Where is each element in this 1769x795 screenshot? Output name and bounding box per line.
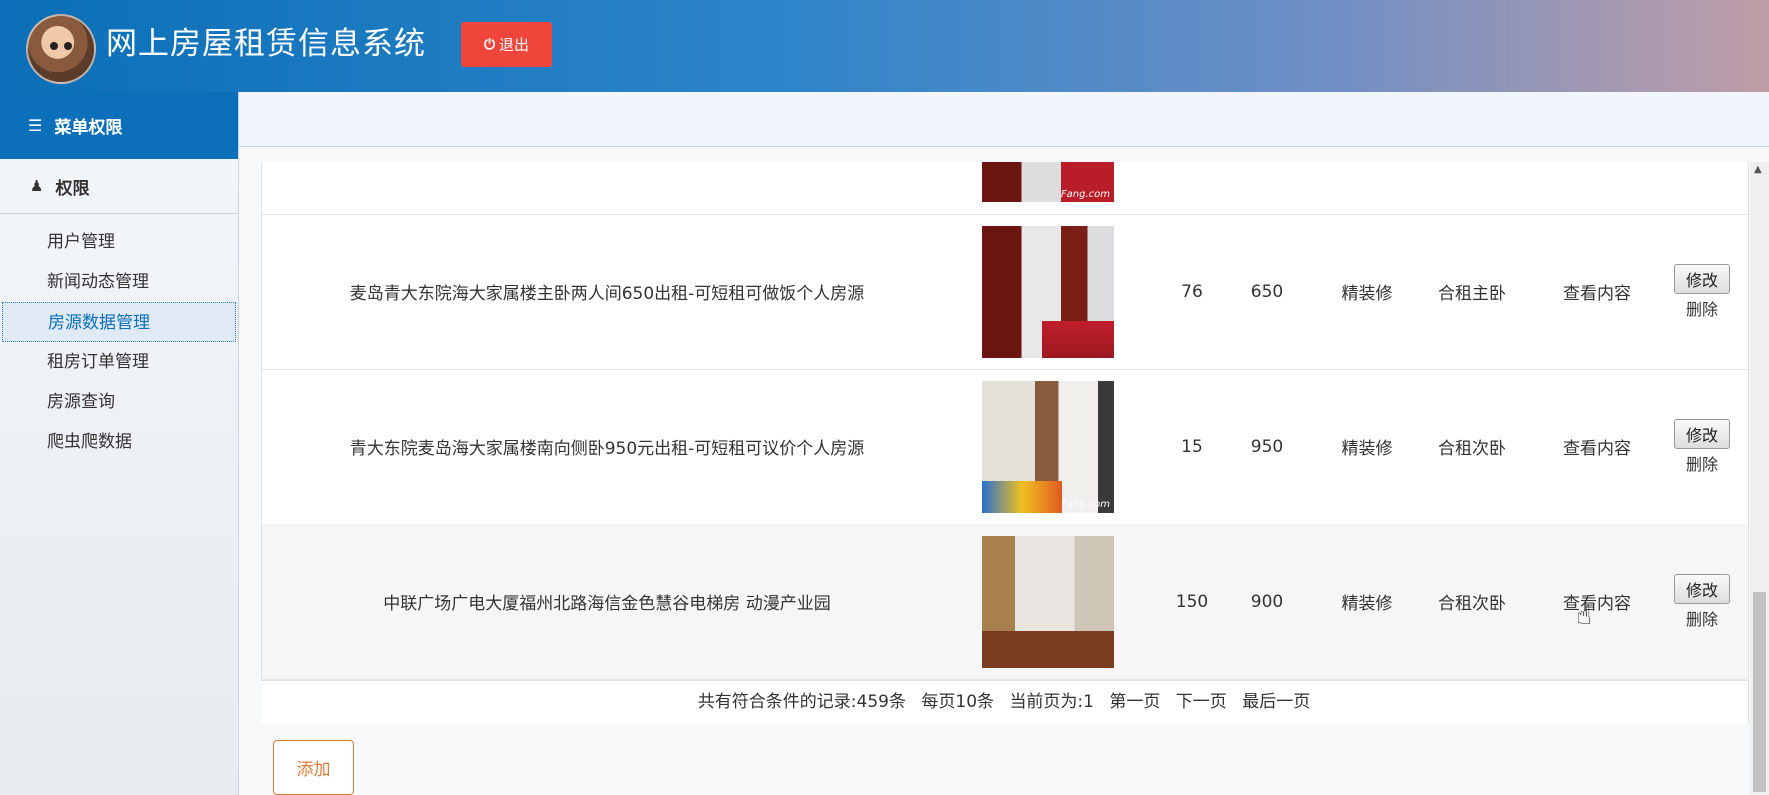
avatar-eye xyxy=(64,42,72,50)
listing-decoration: 精装修 xyxy=(1341,439,1393,459)
listing-price: 900 xyxy=(1250,591,1284,612)
add-button[interactable]: 添加 xyxy=(273,740,354,795)
edit-button[interactable]: 修改 xyxy=(1673,418,1730,449)
scrollbar-thumb[interactable] xyxy=(1753,592,1766,792)
sidebar-item-listing-management[interactable]: 房源数据管理 xyxy=(2,302,236,342)
content-topbar xyxy=(239,92,1769,147)
listing-price: 650 xyxy=(1250,281,1284,302)
listing-price: 950 xyxy=(1250,436,1284,457)
avatar-eye xyxy=(50,42,58,50)
listing-rent-type: 合租主卧 xyxy=(1438,284,1506,304)
pager-per-page: 每页10条 xyxy=(921,692,995,712)
app-header: 网上房屋租赁信息系统 ⏻ 退出 xyxy=(0,0,1769,92)
sidebar-item-news-management[interactable]: 新闻动态管理 xyxy=(0,262,238,302)
view-content-link[interactable]: 查看内容 xyxy=(1532,524,1662,679)
listing-image: Fang.com xyxy=(982,225,1114,358)
table-row: Fang.com xyxy=(262,162,1748,215)
avatar xyxy=(26,14,96,84)
table-row: 青大东院麦岛海大家属楼南向侧卧950元出租-可短租可议价个人房源 Fang.co… xyxy=(262,369,1748,525)
delete-link[interactable]: 删除 xyxy=(1686,606,1718,630)
delete-link[interactable]: 删除 xyxy=(1686,296,1718,320)
listing-image: Fang.com xyxy=(982,380,1114,513)
listing-decoration: 精装修 xyxy=(1341,594,1393,614)
user-icon: ♟ xyxy=(30,177,44,195)
listing-title: 青大东院麦岛海大家属楼南向侧卧950元出租-可短租可议价个人房源 xyxy=(349,439,865,459)
app-title: 网上房屋租赁信息系统 xyxy=(106,26,426,62)
row-actions: 修改 删除 xyxy=(1657,524,1747,679)
menu-title: 菜单权限 xyxy=(54,118,123,138)
row-actions: 修改 删除 xyxy=(1657,369,1747,524)
image-watermark: Fang.com xyxy=(1060,343,1110,355)
scrollbar[interactable]: ▲ xyxy=(1750,162,1769,795)
listing-image: Fang.com xyxy=(982,535,1114,668)
listing-image-cell: Fang.com xyxy=(982,369,1114,524)
sidebar-item-user-management[interactable]: 用户管理 xyxy=(0,222,238,262)
listing-rent-type: 合租次卧 xyxy=(1438,594,1506,614)
logout-label: 退出 xyxy=(499,36,530,54)
pager-current: 当前页为:1 xyxy=(1009,692,1094,712)
listing-decoration: 精装修 xyxy=(1341,284,1393,304)
listing-image-cell: Fang.com xyxy=(982,214,1114,369)
logout-button[interactable]: ⏻ 退出 xyxy=(461,22,552,67)
row-actions: 修改 删除 xyxy=(1657,214,1747,369)
listing-image: Fang.com xyxy=(982,162,1114,202)
edit-button[interactable]: 修改 xyxy=(1673,573,1730,604)
pager-total: 共有符合条件的记录:459条 xyxy=(697,692,906,712)
image-watermark: Fang.com xyxy=(1060,498,1110,510)
list-icon: ☰ xyxy=(28,116,43,135)
sidebar-item-listing-search[interactable]: 房源查询 xyxy=(0,382,238,422)
section-title: 权限 xyxy=(55,178,90,199)
pager-first-link[interactable]: 第一页 xyxy=(1109,692,1160,712)
menu-header[interactable]: ☰ 菜单权限 xyxy=(0,92,238,159)
power-icon: ⏻ xyxy=(483,36,496,53)
pager-next-link[interactable]: 下一页 xyxy=(1176,692,1227,712)
edit-button[interactable]: 修改 xyxy=(1673,263,1730,294)
image-watermark: Fang.com xyxy=(1060,189,1110,200)
view-content-link[interactable]: 查看内容 xyxy=(1532,214,1662,369)
table-row: 中联广场广电大厦福州北路海信金色慧谷电梯房 动漫产业园 Fang.com 150… xyxy=(262,524,1748,680)
table-row: 麦岛青大东院海大家属楼主卧两人间650出租-可短租可做饭个人房源 Fang.co… xyxy=(262,214,1748,370)
listing-image-cell: Fang.com xyxy=(982,524,1114,679)
scroll-up-icon[interactable]: ▲ xyxy=(1754,164,1762,175)
pager-last-link[interactable]: 最后一页 xyxy=(1242,692,1310,712)
sidebar-nav: 用户管理 新闻动态管理 房源数据管理 租房订单管理 房源查询 爬虫爬数据 xyxy=(0,222,238,462)
pagination: 共有符合条件的记录:459条 每页10条 当前页为:1 第一页 下一页 最后一页 xyxy=(261,680,1747,724)
section-permissions[interactable]: ♟ 权限 xyxy=(0,159,238,214)
sidebar: ☰ 菜单权限 ♟ 权限 用户管理 新闻动态管理 房源数据管理 租房订单管理 房源… xyxy=(0,92,239,795)
view-content-link[interactable]: 查看内容 xyxy=(1532,369,1662,524)
hand-cursor-icon: ☝ xyxy=(1576,601,1592,631)
sidebar-item-crawler[interactable]: 爬虫爬数据 xyxy=(0,422,238,462)
image-watermark: Fang.com xyxy=(1060,653,1110,665)
listing-title: 中联广场广电大厦福州北路海信金色慧谷电梯房 动漫产业园 xyxy=(383,594,831,614)
listing-title: 麦岛青大东院海大家属楼主卧两人间650出租-可短租可做饭个人房源 xyxy=(349,284,865,304)
sidebar-item-order-management[interactable]: 租房订单管理 xyxy=(0,342,238,382)
delete-link[interactable]: 删除 xyxy=(1686,451,1718,475)
listing-table: Fang.com 麦岛青大东院海大家属楼主卧两人间650出租-可短租可做饭个人房… xyxy=(261,162,1749,724)
listing-rent-type: 合租次卧 xyxy=(1438,439,1506,459)
